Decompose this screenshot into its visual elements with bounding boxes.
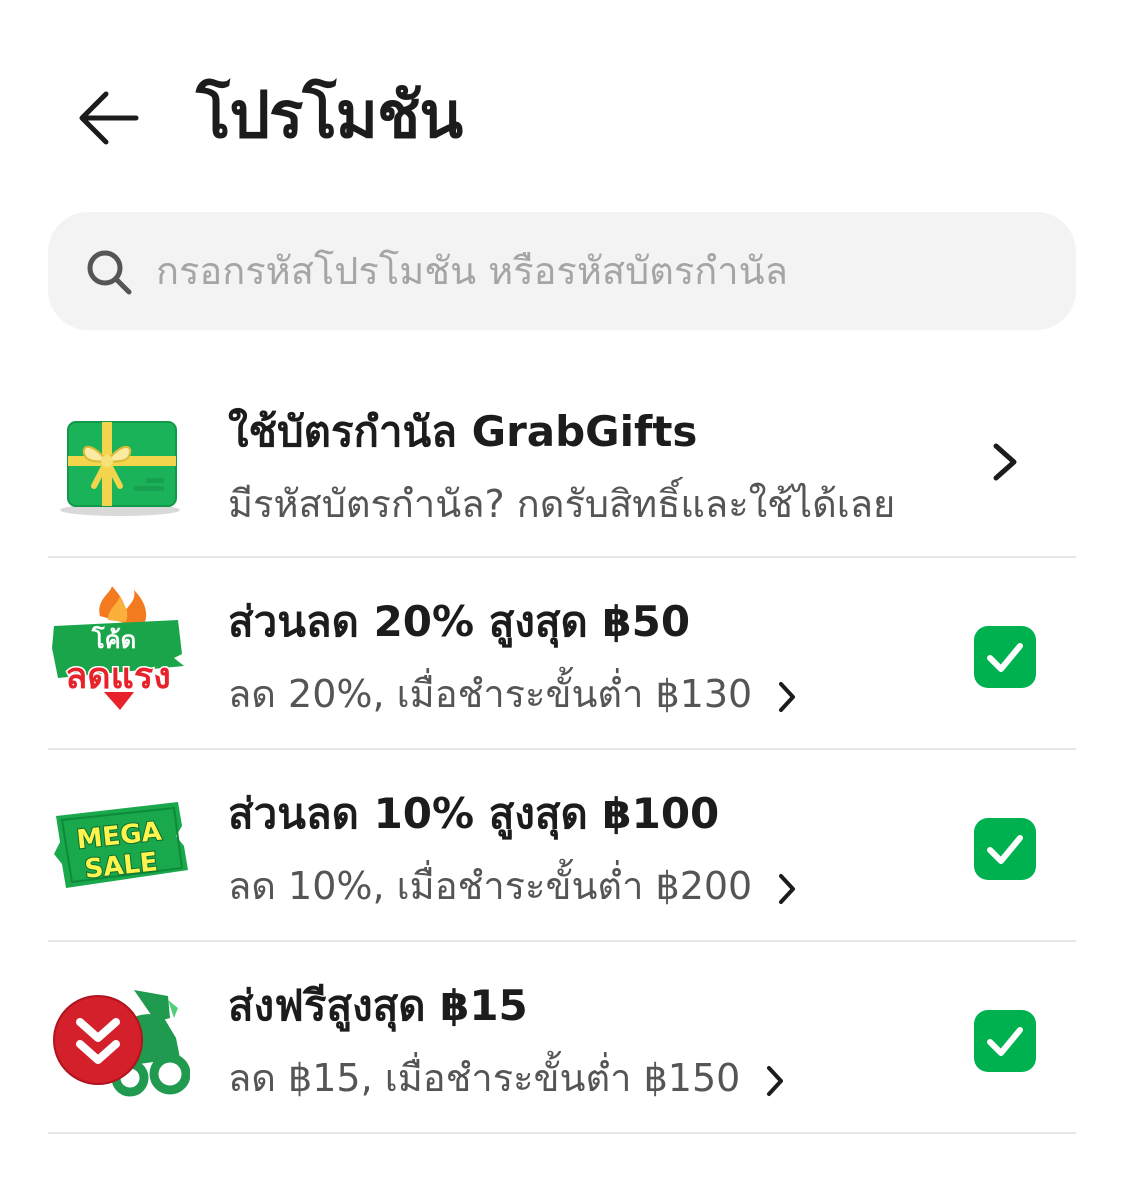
promo-title: ส่วนลด 20% สูงสุด ฿50 xyxy=(228,597,691,646)
promo-row-partial[interactable] xyxy=(0,1134,1125,1184)
chevron-right-icon xyxy=(993,443,1017,481)
promo-subtitle-text: ลด 20%, เมื่อชำระขั้นต่ำ ฿130 xyxy=(228,672,753,716)
checkmark-icon xyxy=(987,835,1023,864)
chevron-right-icon xyxy=(779,681,796,712)
promo-subtitle: ลด ฿15, เมื่อชำระขั้นต่ำ ฿150 xyxy=(228,1052,786,1104)
mega-sale-badge-icon: MEGA SALE xyxy=(54,802,188,888)
gift-card-icon xyxy=(60,421,180,516)
promo-code-input[interactable] xyxy=(156,238,1036,304)
promo-subtitle: ลด 10%, เมื่อชำระขั้นต่ำ ฿200 xyxy=(228,860,798,912)
page-title: โปรโมชัน xyxy=(196,79,463,153)
search-icon xyxy=(87,250,132,295)
gift-card-title: ใช้บัตรกำนัล GrabGifts xyxy=(228,407,698,456)
promo-subtitle-text: ลด 10%, เมื่อชำระขั้นต่ำ ฿200 xyxy=(228,864,753,908)
promo-title: ส่วนลด 10% สูงสุด ฿100 xyxy=(228,789,720,838)
header: โปรโมชัน xyxy=(0,0,1125,200)
badge-line2: SALE xyxy=(83,847,159,884)
promo-row[interactable]: MEGA SALE ส่วนลด 10% สูงสุด ฿100 ลด 10%,… xyxy=(0,750,1125,940)
promo-title: ส่งฟรีสูงสุด ฿15 xyxy=(228,981,528,1030)
arrow-left-icon xyxy=(79,91,139,145)
promo-subtitle-text: ลด ฿15, เมื่อชำระขั้นต่ำ ฿150 xyxy=(228,1056,741,1100)
promo-row[interactable]: โค้ด ลดแรง ส่วนลด 20% สูงสุด ฿50 ลด 20%,… xyxy=(0,558,1125,748)
chevron-right-icon xyxy=(767,1065,784,1096)
selected-checkbox[interactable] xyxy=(974,818,1036,880)
badge-line1: โค้ด xyxy=(91,625,137,654)
badge-line2: ลดแรง xyxy=(65,656,171,697)
chevron-right-icon xyxy=(779,873,796,904)
gift-card-subtitle: มีรหัสบัตรกำนัล? กดรับสิทธิ์และใช้ได้เลย xyxy=(228,482,896,526)
hot-code-badge-icon: โค้ด ลดแรง xyxy=(52,586,184,710)
selected-checkbox[interactable] xyxy=(974,626,1036,688)
promo-subtitle: ลด 20%, เมื่อชำระขั้นต่ำ ฿130 xyxy=(228,668,798,720)
promo-row[interactable]: ส่งฟรีสูงสุด ฿15 ลด ฿15, เมื่อชำระขั้นต่… xyxy=(0,942,1125,1132)
checkmark-icon xyxy=(987,643,1023,672)
delivery-scooter-icon xyxy=(53,990,190,1097)
back-button[interactable] xyxy=(70,80,146,156)
gift-card-row[interactable]: ใช้บัตรกำนัล GrabGifts มีรหัสบัตรกำนัล? … xyxy=(0,380,1125,556)
checkmark-icon xyxy=(987,1027,1023,1056)
selected-checkbox[interactable] xyxy=(974,1010,1036,1072)
